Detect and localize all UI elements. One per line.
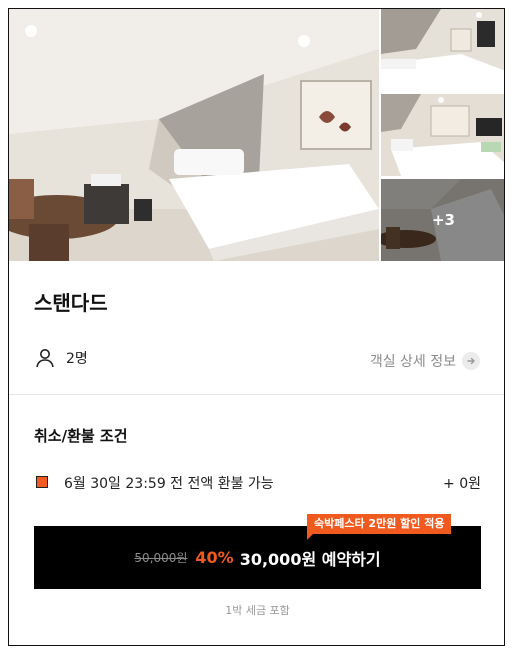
book-button-label: 30,000원 예약하기	[239, 549, 381, 569]
refund-policy-item: 6월 30일 23:59 전 전액 환불 가능 + 0원	[34, 473, 481, 493]
main-room-photo[interactable]	[9, 9, 379, 261]
room-detail-label: 객실 상세 정보	[369, 354, 456, 370]
room-title: 스탠다드	[34, 291, 108, 315]
more-photos-overlay: +3	[381, 179, 504, 261]
promo-badge: 숙박페스타 2만원 할인 적용	[307, 514, 452, 540]
more-photos-thumbnail[interactable]: +3	[381, 179, 504, 261]
guest-capacity: 2명	[34, 347, 88, 369]
original-price: 50,000원	[134, 551, 188, 565]
photo-gallery: +3	[9, 9, 504, 261]
refund-status-icon	[36, 476, 48, 488]
refund-policy-text: 6월 30일 23:59 전 전액 환불 가능	[64, 476, 274, 492]
more-photos-count: +3	[431, 211, 455, 229]
guest-count: 2명	[66, 351, 88, 367]
room-thumbnail-1[interactable]	[381, 9, 504, 91]
cancellation-policy-title: 취소/환불 조건	[34, 427, 128, 445]
refund-fee: + 0원	[443, 476, 481, 492]
room-thumbnail-2[interactable]	[381, 94, 504, 176]
person-icon	[36, 349, 54, 368]
arrow-right-icon	[462, 352, 480, 370]
section-divider	[9, 394, 504, 395]
book-button[interactable]: 50,000원 40% 30,000원 예약하기	[34, 526, 481, 589]
room-detail-link[interactable]: 객실 상세 정보	[370, 351, 480, 371]
room-card: +3 스탠다드 2명 객실 상세 정보 취소/환불 조건 6월 30일 23:5…	[8, 8, 505, 646]
tax-note: 1박 세금 포함	[225, 604, 290, 617]
discount-rate: 40%	[195, 548, 234, 567]
